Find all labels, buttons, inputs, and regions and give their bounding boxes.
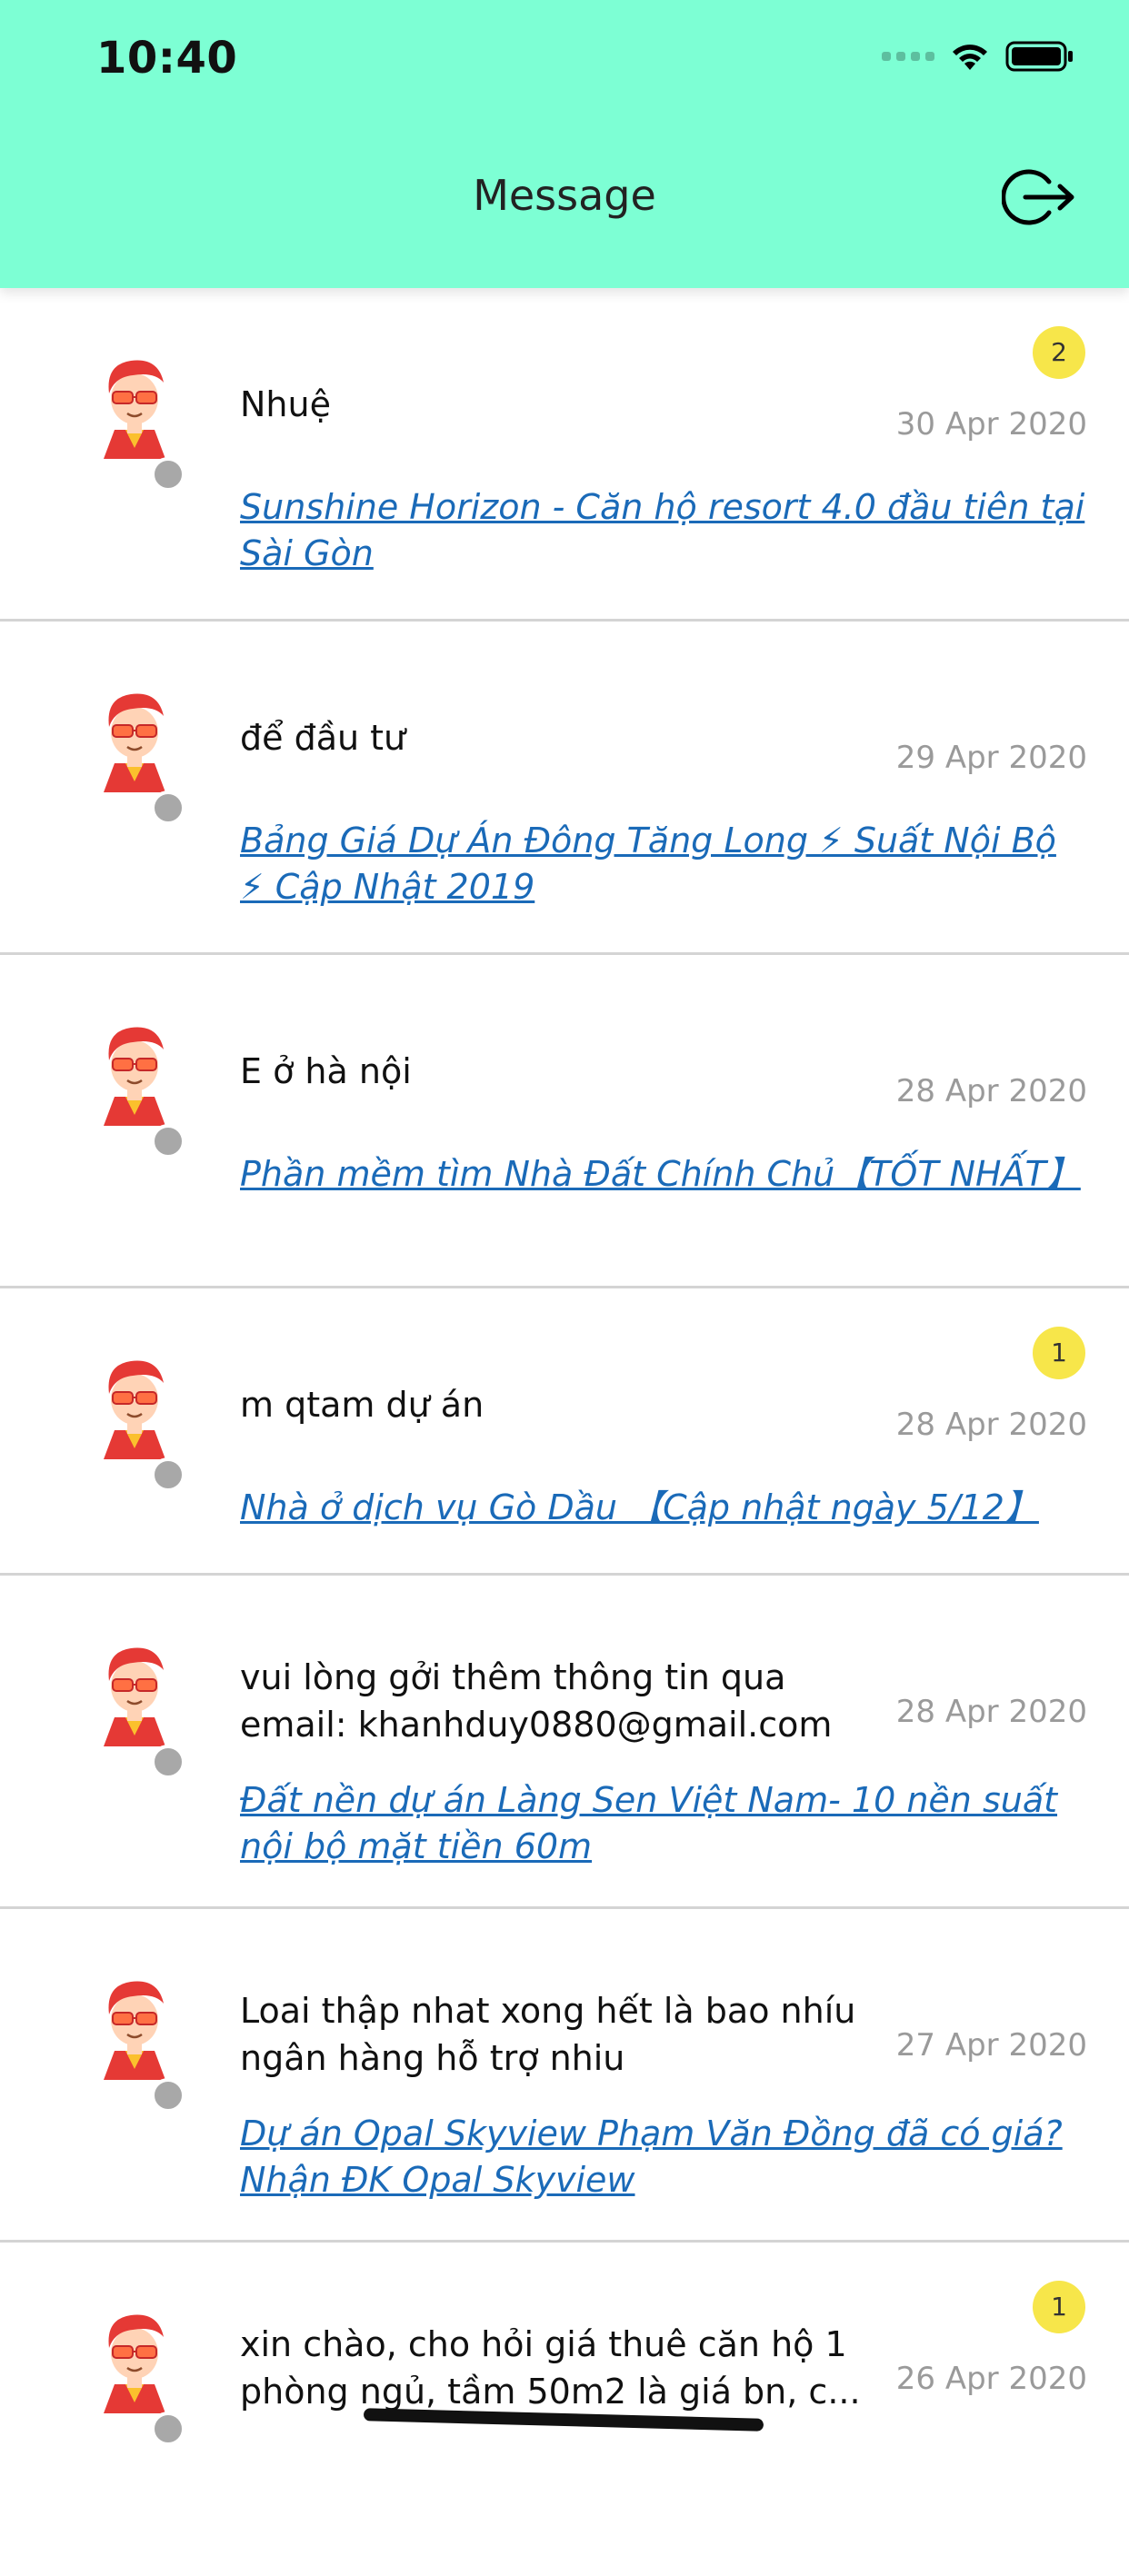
presence-dot — [151, 791, 185, 825]
status-icons — [882, 40, 1074, 73]
sender-name: để đầu tư — [240, 718, 406, 758]
conversation-item[interactable]: Nhuệ 2 30 Apr 2020 Sunshine Horizon - Că… — [0, 288, 1129, 622]
avatar-icon — [78, 2304, 191, 2417]
conversation-item[interactable]: vui lòng gởi thêm thông tin qua email: k… — [0, 1576, 1129, 1909]
unread-badge: 1 — [1033, 1327, 1085, 1379]
status-time: 10:40 — [96, 33, 238, 84]
unread-badge: 2 — [1033, 326, 1085, 379]
conversation-item[interactable]: xin chào, cho hỏi giá thuê căn hộ 1 phòn… — [0, 2243, 1129, 2576]
listing-link[interactable]: Dự án Opal Skyview Phạm Văn Đồng đã có g… — [240, 2111, 1085, 2203]
presence-dot — [151, 1457, 185, 1492]
message-date: 26 Apr 2020 — [895, 2361, 1087, 2397]
page-title: Message — [473, 171, 656, 220]
message-date: 28 Apr 2020 — [895, 1407, 1087, 1443]
listing-link[interactable]: Sunshine Horizon - Căn hộ resort 4.0 đầu… — [240, 484, 1085, 577]
message-date: 27 Apr 2020 — [895, 2027, 1087, 2064]
sender-name: E ở hà nội — [240, 1051, 412, 1091]
listing-link[interactable]: Đất nền dự án Làng Sen Việt Nam- 10 nền … — [240, 1777, 1085, 1870]
avatar-icon — [78, 1350, 191, 1463]
listing-link[interactable]: Bảng Giá Dự Án Đông Tăng Long ⚡ Suất Nội… — [240, 818, 1085, 910]
conversation-item[interactable]: m qtam dự án 1 28 Apr 2020 Nhà ở dịch vụ… — [0, 1288, 1129, 1576]
conversation-item[interactable]: E ở hà nội 28 Apr 2020 Phần mềm tìm Nhà … — [0, 955, 1129, 1288]
message-date: 28 Apr 2020 — [895, 1694, 1087, 1730]
presence-dot — [151, 2412, 185, 2446]
sender-name: m qtam dự án — [240, 1385, 485, 1425]
avatar-icon — [78, 683, 191, 796]
app-header: 10:40 Message — [0, 0, 1129, 288]
presence-dot — [151, 1745, 185, 1779]
sender-name: xin chào, cho hỏi giá thuê căn hộ 1 phòn… — [240, 2324, 861, 2412]
avatar-icon — [78, 1017, 191, 1129]
presence-dot — [151, 1124, 185, 1159]
battery-icon — [1005, 40, 1074, 73]
conversation-list: Nhuệ 2 30 Apr 2020 Sunshine Horizon - Că… — [0, 288, 1129, 2576]
avatar-icon — [78, 350, 191, 462]
listing-link[interactable]: Nhà ở dịch vụ Gò Dầu 【Cập nhật ngày 5/12… — [240, 1485, 1085, 1531]
logout-icon[interactable] — [1001, 165, 1078, 229]
unread-badge: 1 — [1033, 2281, 1085, 2333]
conversation-item[interactable]: Loai thập nhat xong hết là bao nhíu ngân… — [0, 1909, 1129, 2243]
wifi-icon — [949, 41, 991, 72]
presence-dot — [151, 457, 185, 492]
presence-dot — [151, 2078, 185, 2113]
message-date: 28 Apr 2020 — [895, 1073, 1087, 1109]
sender-name: vui lòng gởi thêm thông tin qua email: k… — [240, 1657, 833, 1745]
listing-link[interactable]: Phần mềm tìm Nhà Đất Chính Chủ【TỐT NHẤT】 — [240, 1151, 1085, 1198]
avatar-icon — [78, 1971, 191, 2084]
sender-name: Nhuệ — [240, 384, 331, 424]
message-date: 29 Apr 2020 — [895, 740, 1087, 776]
sender-name: Loai thập nhat xong hết là bao nhíu ngân… — [240, 1991, 856, 2078]
message-date: 30 Apr 2020 — [895, 406, 1087, 443]
avatar-icon — [78, 1637, 191, 1750]
signal-icon — [882, 52, 934, 61]
conversation-item[interactable]: để đầu tư 29 Apr 2020 Bảng Giá Dự Án Đôn… — [0, 622, 1129, 955]
